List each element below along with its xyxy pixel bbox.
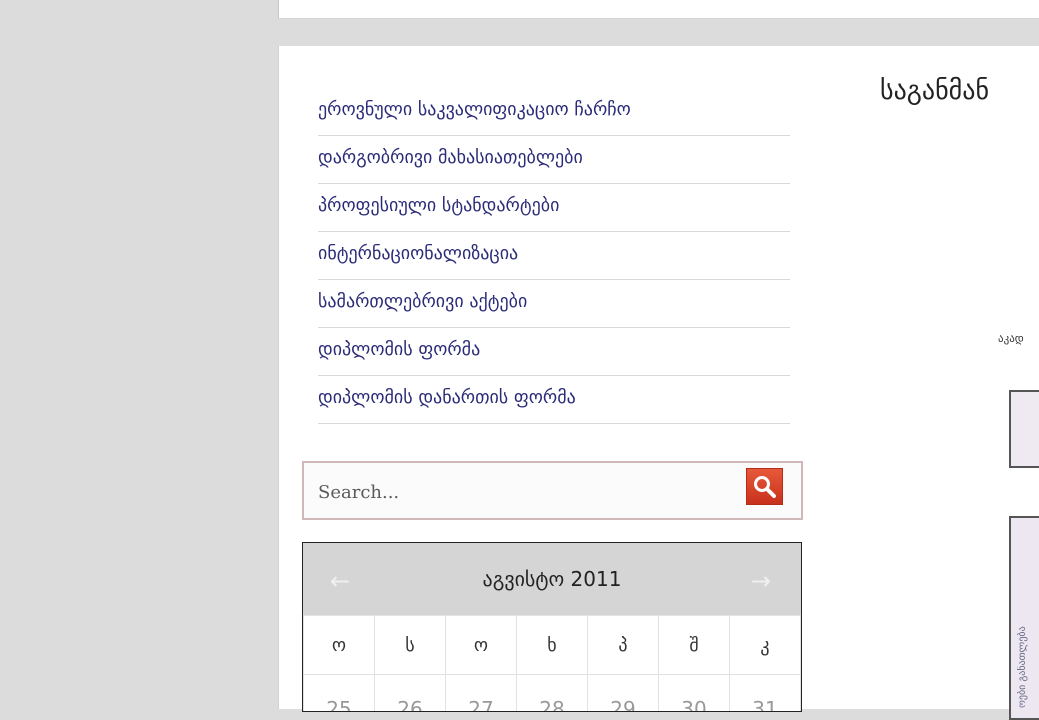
next-month-button[interactable]: → [751,543,771,615]
sidebar-link-diploma-supplement-form[interactable]: დიპლომის დანართის ფორმა [318,376,790,424]
sidebar-link-professional-standards[interactable]: პროფესიული სტანდარტები [318,184,790,232]
calendar-day-number: 27 [468,697,494,712]
calendar-grid: ო ს ო ხ პ შ კ 25 26 27 28 29 30 31 [303,615,801,712]
calendar-day[interactable]: 25 [303,674,375,712]
header-strip [278,0,1039,19]
calendar-day-number: 29 [610,697,636,712]
weekday-wed: ო [445,615,517,675]
search-box [302,461,803,520]
calendar-day-number: 28 [539,697,565,712]
calendar-day-number: 26 [397,697,423,712]
sidebar-link-diploma-form[interactable]: დიპლომის ფორმა [318,328,790,376]
sidebar-link-legal-acts[interactable]: სამართლებრივი აქტები [318,280,790,328]
calendar-day[interactable]: 31 [729,674,801,712]
calendar-day[interactable]: 30 [658,674,730,712]
calendar-month-title: აგვისტო 2011 [482,567,622,591]
weekday-row: ო ს ო ხ პ შ კ [303,615,801,675]
sidebar-links: ეროვნული საკვალიფიკაციო ჩარჩო დარგობრივი… [318,88,790,424]
previous-month-button[interactable]: ← [330,543,350,615]
calendar-day-number: 30 [681,697,707,712]
search-button[interactable] [746,468,783,505]
weekday-tue: ს [374,615,446,675]
document-vertical-text: ოები განათლება [1017,626,1028,708]
calendar-widget: აგვისტო 2011 ← → ო ს ო ხ პ შ კ 25 26 27 … [302,542,802,712]
sidebar-link-sector-characteristics[interactable]: დარგობრივი მახასიათებლები [318,136,790,184]
sidebar-link-national-qualifications-framework[interactable]: ეროვნული საკვალიფიკაციო ჩარჩო [318,88,790,136]
search-icon [754,476,776,498]
calendar-day[interactable]: 27 [445,674,517,712]
calendar-day-number: 31 [752,697,778,712]
calendar-day[interactable]: 28 [516,674,588,712]
weekday-sun: კ [729,615,801,675]
weekday-mon: ო [303,615,375,675]
document-label: აკად [998,332,1024,345]
calendar-day-number: 25 [326,697,352,712]
weekday-sat: შ [658,615,730,675]
page-title: საგანმან [880,76,990,106]
weekday-thu: ხ [516,615,588,675]
weekday-fri: პ [587,615,659,675]
document-figure-box [1009,390,1039,468]
calendar-week-row: 25 26 27 28 29 30 31 [303,674,801,712]
search-input[interactable] [316,475,730,509]
calendar-day[interactable]: 29 [587,674,659,712]
sidebar-link-internationalization[interactable]: ინტერნაციონალიზაცია [318,232,790,280]
document-figure-box: ოები განათლება [1009,516,1039,720]
calendar-day[interactable]: 26 [374,674,446,712]
